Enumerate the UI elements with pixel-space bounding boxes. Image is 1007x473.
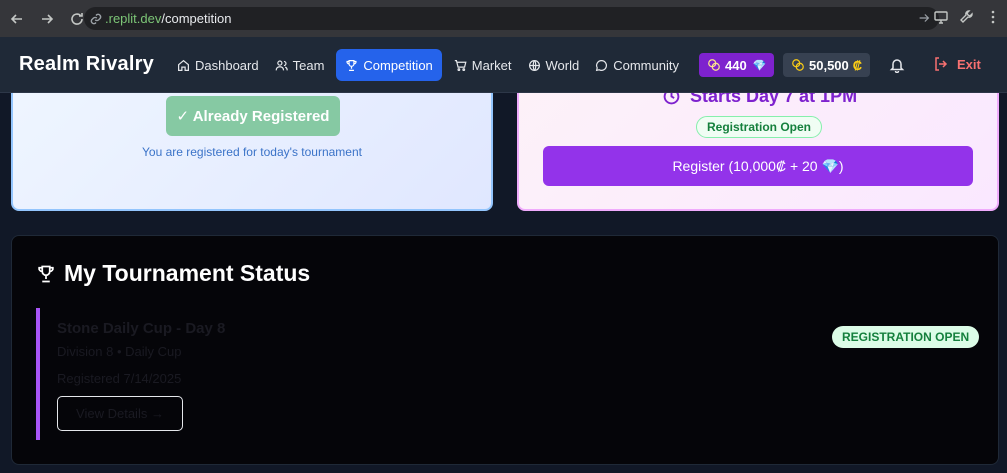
- mid-season-cup-card: Starts Day 7 at 1PM Registration Open Re…: [517, 93, 999, 211]
- browser-tools: [933, 9, 1001, 25]
- register-button[interactable]: Register (10,000₡ + 20 💎): [543, 146, 973, 186]
- gems-balance[interactable]: 440 💎: [699, 53, 775, 77]
- nav-label: Market: [471, 57, 512, 73]
- trophy-icon: [38, 265, 54, 282]
- trophy-icon: [346, 59, 357, 71]
- tournament-entry: Stone Daily Cup - Day 8 Division 8 • Dai…: [36, 308, 986, 440]
- status-badge: REGISTRATION OPEN: [832, 326, 980, 348]
- more-vertical-icon[interactable]: [985, 9, 1001, 25]
- users-icon: [275, 59, 288, 70]
- nav-dashboard[interactable]: Dashboard: [169, 49, 267, 81]
- globe-icon: [528, 59, 540, 71]
- gem-icon: 💎: [752, 59, 767, 72]
- gems-coins-icon: [708, 59, 720, 71]
- gems-value: 440: [725, 57, 747, 73]
- logout-icon: [935, 57, 948, 71]
- tournament-status-card: My Tournament Status Stone Daily Cup - D…: [11, 235, 999, 465]
- view-details-button[interactable]: View Details →: [57, 396, 183, 431]
- bell-icon[interactable]: [889, 57, 905, 73]
- address-bar[interactable]: .replit.dev/competition: [84, 7, 939, 30]
- start-time: Starts Day 7 at 1PM: [663, 93, 857, 107]
- coin-symbol: ₡: [852, 57, 863, 73]
- coins-balance[interactable]: 50,500 ₡: [783, 53, 871, 77]
- coins-icon: [792, 59, 804, 71]
- nav-label: World: [545, 57, 580, 73]
- exit-button[interactable]: Exit: [933, 56, 981, 72]
- tournament-division: Division 8 • Daily Cup: [57, 344, 182, 359]
- nav-market[interactable]: Market: [446, 49, 520, 81]
- app-header: Realm Rivalry Dashboard Team Competition…: [0, 37, 1007, 93]
- wrench-icon[interactable]: [959, 9, 975, 25]
- nav-world[interactable]: World: [520, 49, 588, 81]
- already-registered-button[interactable]: ✓ Already Registered: [166, 96, 340, 136]
- coins-value: 50,500: [809, 57, 849, 73]
- url-domain: .replit.dev: [105, 11, 162, 26]
- section-title: My Tournament Status: [36, 260, 310, 287]
- nav-label: Competition: [363, 57, 433, 73]
- nav-team[interactable]: Team: [267, 49, 333, 81]
- daily-tournament-card: ✓ Already Registered You are registered …: [11, 93, 493, 211]
- nav-label: Team: [292, 57, 325, 73]
- main-nav: Dashboard Team Competition Market World …: [169, 49, 687, 81]
- section-title-label: My Tournament Status: [64, 260, 311, 286]
- registration-open-badge: Registration Open: [696, 116, 823, 138]
- forward-icon[interactable]: [34, 6, 60, 32]
- nav-label: Community: [613, 57, 679, 73]
- clock-icon: [663, 93, 680, 105]
- chat-icon: [596, 59, 608, 71]
- arrow-right-icon[interactable]: [917, 11, 931, 25]
- nav-competition[interactable]: Competition: [336, 49, 442, 81]
- main-content: ✓ Already Registered You are registered …: [0, 93, 1007, 473]
- start-time-label: Starts Day 7 at 1PM: [690, 93, 858, 106]
- tournament-name: Stone Daily Cup - Day 8: [57, 320, 226, 337]
- back-icon[interactable]: [4, 6, 30, 32]
- home-icon: [178, 59, 189, 71]
- browser-toolbar: .replit.dev/competition: [0, 0, 1007, 37]
- nav-label: Dashboard: [195, 57, 259, 73]
- exit-label: Exit: [957, 56, 981, 72]
- link-icon: [90, 13, 102, 24]
- registered-note: You are registered for today's tournamen…: [142, 145, 362, 159]
- registration-date: Registered 7/14/2025: [57, 371, 182, 386]
- url-path: /competition: [161, 11, 232, 26]
- app-logo[interactable]: Realm Rivalry: [19, 53, 154, 76]
- cart-icon: [454, 59, 467, 71]
- monitor-icon[interactable]: [933, 9, 949, 25]
- nav-community[interactable]: Community: [587, 49, 687, 81]
